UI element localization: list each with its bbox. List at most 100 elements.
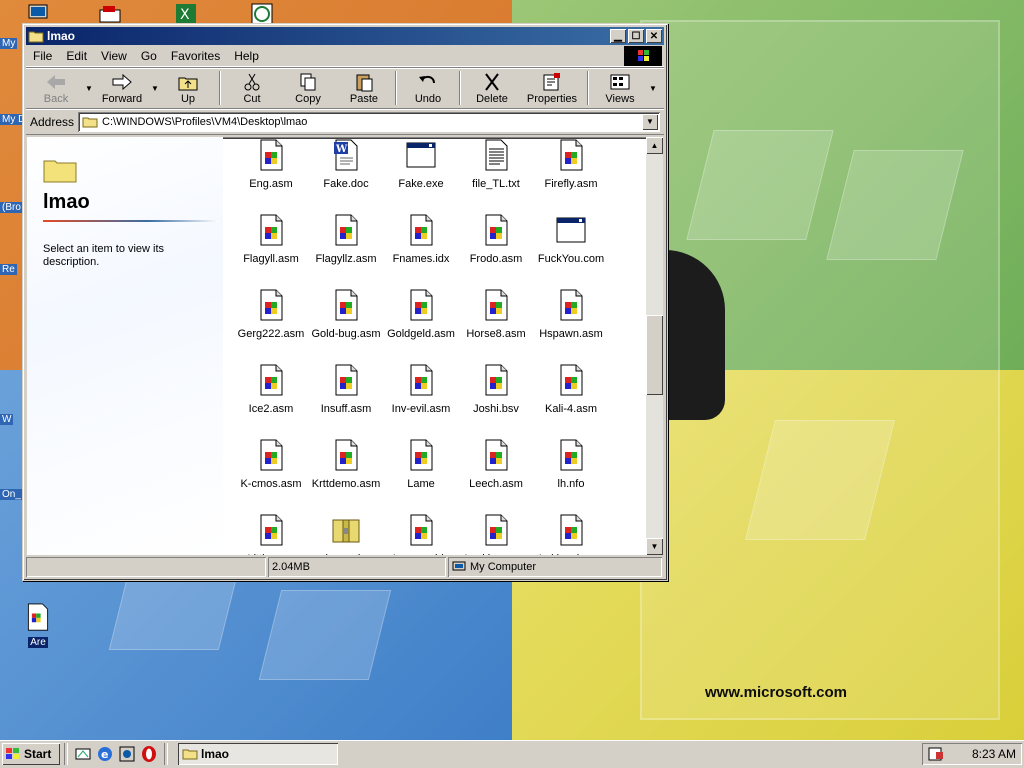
show-desktop-icon[interactable] xyxy=(74,745,92,763)
menu-help[interactable]: Help xyxy=(227,49,266,63)
desktop-edge-label[interactable]: W xyxy=(0,414,14,425)
address-input[interactable]: C:\WINDOWS\Profiles\VM4\Desktop\lmao ▼ xyxy=(78,111,660,132)
file-item[interactable]: Fake.exe xyxy=(381,139,461,190)
asm-file-icon xyxy=(410,514,433,546)
scroll-down-arrow-icon: ▼ xyxy=(650,542,659,551)
scroll-up-button[interactable]: ▲ xyxy=(646,137,663,154)
window-title: lmao xyxy=(47,29,76,43)
desktop-edge-label[interactable]: On_ xyxy=(0,489,23,500)
cut-button[interactable]: Cut xyxy=(224,71,280,105)
taskbar-button-lmao[interactable]: lmao xyxy=(178,743,338,765)
file-name: Ice2.asm xyxy=(248,403,294,415)
back-button[interactable]: Back xyxy=(28,71,84,105)
menu-edit[interactable]: Edit xyxy=(59,49,94,63)
menu-favorites[interactable]: Favorites xyxy=(164,49,227,63)
menu-file[interactable]: File xyxy=(26,49,59,63)
address-dropdown-button[interactable]: ▼ xyxy=(642,113,658,130)
file-item[interactable]: Lockjaw.asm xyxy=(456,514,536,555)
maximize-button[interactable]: ☐ xyxy=(628,29,644,43)
asm-file-icon xyxy=(260,514,283,546)
menu-view[interactable]: View xyxy=(94,49,134,63)
title-bar[interactable]: lmao ▁ ☐ ✕ xyxy=(26,27,664,45)
file-item[interactable]: Fnames.idx xyxy=(381,214,461,265)
file-item[interactable]: Leech.asm xyxy=(456,439,536,490)
file-item[interactable]: Joshi.bsv xyxy=(456,364,536,415)
file-item[interactable]: Inv-evil.asm xyxy=(381,364,461,415)
file-item[interactable]: Krttdemo.asm xyxy=(306,439,386,490)
menu-bar: File Edit View Go Favorites Help xyxy=(26,45,664,67)
file-item[interactable]: Little.asm xyxy=(231,514,311,555)
scroll-down-button[interactable]: ▼ xyxy=(646,538,663,555)
vertical-scrollbar[interactable]: ▲ ▼ xyxy=(646,137,663,555)
scheduler-tray-icon[interactable] xyxy=(928,746,944,762)
undo-button[interactable]: Undo xyxy=(400,71,456,105)
properties-button[interactable]: Properties xyxy=(520,71,584,105)
minimize-button[interactable]: ▁ xyxy=(610,29,626,43)
clock[interactable]: 8:23 AM xyxy=(972,747,1016,761)
scroll-up-arrow-icon: ▲ xyxy=(650,141,659,150)
file-item[interactable]: K-cmos.asm xyxy=(231,439,311,490)
standard-toolbar: Back ▼ Forward ▼ Up Cut Copy Paste Undo xyxy=(26,67,664,109)
delete-button[interactable]: Delete xyxy=(464,71,520,105)
file-item[interactable]: Lokjawd.asm xyxy=(531,514,611,555)
opera-icon[interactable] xyxy=(140,745,158,763)
scroll-thumb[interactable] xyxy=(646,315,663,395)
views-button[interactable]: Views xyxy=(592,71,648,105)
dropdown-arrow-icon: ▼ xyxy=(649,83,657,93)
file-item[interactable]: Ice2.asm xyxy=(231,364,311,415)
file-icon-grid: Eng.asm W Fake.doc Fake.exe file_TL.txt Firef… xyxy=(223,137,645,555)
info-pane-title: lmao xyxy=(43,191,90,213)
file-name: Little.asm xyxy=(231,553,311,555)
file-name: Gerg222.asm xyxy=(237,328,305,340)
up-button[interactable]: Up xyxy=(160,71,216,105)
copy-button[interactable]: Copy xyxy=(280,71,336,105)
file-item[interactable]: Hspawn.asm xyxy=(531,289,611,340)
forward-dropdown[interactable]: ▼ xyxy=(150,71,160,105)
file-name: Fnames.idx xyxy=(392,253,450,265)
doc-file-icon: W xyxy=(334,139,358,171)
file-item[interactable]: Horse8.asm xyxy=(456,289,536,340)
file-name: Krttdemo.asm xyxy=(311,478,381,490)
file-item[interactable]: FuckYou.com xyxy=(531,214,611,265)
asm-file-icon xyxy=(260,289,283,321)
forward-button[interactable]: Forward xyxy=(94,71,150,105)
start-button[interactable]: Start xyxy=(2,743,60,765)
back-dropdown[interactable]: ▼ xyxy=(84,71,94,105)
file-item[interactable]: Firefly.asm xyxy=(531,139,611,190)
file-item[interactable]: lh.nfo xyxy=(531,439,611,490)
file-item[interactable]: Flagyllz.asm xyxy=(306,214,386,265)
asm-file-icon xyxy=(260,439,283,471)
menu-go[interactable]: Go xyxy=(134,49,164,63)
desktop-edge-label[interactable]: Re xyxy=(0,264,17,275)
file-item[interactable]: Gold-bug.asm xyxy=(306,289,386,340)
desktop-icon-are[interactable]: Are xyxy=(22,602,54,648)
large-folder-icon xyxy=(43,160,77,183)
file-item[interactable]: Goldgeld.asm xyxy=(381,289,461,340)
file-name: Kali-4.asm xyxy=(545,403,597,415)
asm-file-icon xyxy=(335,439,358,471)
file-item[interactable]: Kali-4.asm xyxy=(531,364,611,415)
desktop-edge-label[interactable]: (Bro xyxy=(0,202,23,213)
file-item[interactable]: lmao.zip xyxy=(306,514,386,555)
desktop-edge-label[interactable]: My xyxy=(0,38,18,49)
status-bar: 2.04MB My Computer xyxy=(26,557,664,577)
svg-text:X: X xyxy=(180,7,190,23)
views-dropdown[interactable]: ▼ xyxy=(648,71,658,105)
file-item[interactable]: Frodo.asm xyxy=(456,214,536,265)
undo-icon xyxy=(419,75,435,84)
file-item[interactable]: Eng.asm xyxy=(231,139,311,190)
channels-icon[interactable] xyxy=(118,745,136,763)
paste-button[interactable]: Paste xyxy=(336,71,392,105)
file-name: Frodo.asm xyxy=(469,253,523,265)
file-item[interactable]: Lnames.idx xyxy=(381,514,461,555)
file-name: Inv-evil.asm xyxy=(391,403,451,415)
file-item[interactable]: Lame xyxy=(381,439,461,490)
internet-explorer-icon[interactable]: e xyxy=(96,745,114,763)
file-item[interactable]: Insuff.asm xyxy=(306,364,386,415)
svg-text:e: e xyxy=(101,748,108,761)
file-item[interactable]: file_TL.txt xyxy=(456,139,536,190)
file-item[interactable]: Gerg222.asm xyxy=(231,289,311,340)
file-item[interactable]: W Fake.doc xyxy=(306,139,386,190)
close-button[interactable]: ✕ xyxy=(646,29,662,43)
file-item[interactable]: Flagyll.asm xyxy=(231,214,311,265)
